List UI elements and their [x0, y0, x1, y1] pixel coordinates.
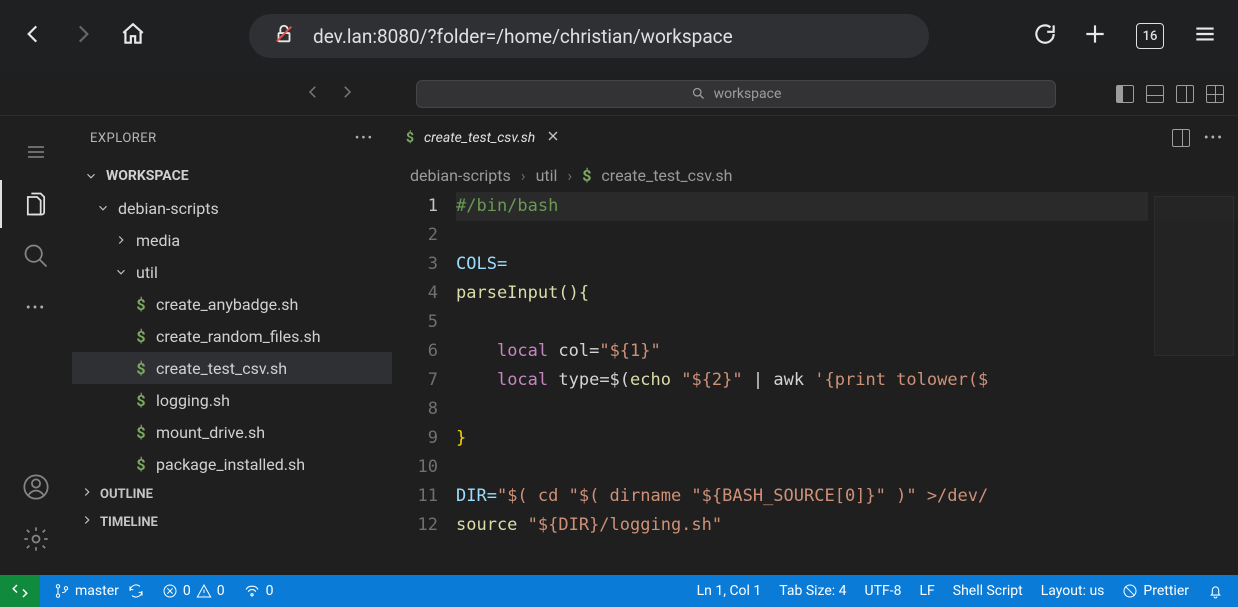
- status-bar: master 0 0 0 Ln 1, Col 1 Tab Size: 4 UTF…: [0, 575, 1238, 607]
- breadcrumb[interactable]: debian-scripts› util› $ create_test_csv.…: [392, 160, 1238, 190]
- file-create_random_files[interactable]: $create_random_files.sh: [72, 320, 392, 352]
- browser-menu-button[interactable]: [1192, 21, 1218, 51]
- language-status[interactable]: Shell Script: [953, 583, 1023, 599]
- editor-group: $ create_test_csv.sh ••• debian-scripts›…: [392, 116, 1238, 575]
- search-activity[interactable]: [12, 232, 60, 280]
- tab-create_test_csv[interactable]: $ create_test_csv.sh: [392, 116, 575, 160]
- browser-home-button[interactable]: [120, 21, 146, 51]
- explorer-sidebar: EXPLORER ••• WORKSPACE debian-scripts me…: [72, 116, 392, 575]
- timeline-section[interactable]: TIMELINE: [72, 508, 392, 536]
- command-center-text: workspace: [714, 86, 782, 102]
- minimap[interactable]: [1148, 190, 1238, 575]
- file-package_installed[interactable]: $package_installed.sh: [72, 448, 392, 480]
- remote-button[interactable]: [0, 575, 40, 607]
- eol-status[interactable]: LF: [919, 583, 934, 599]
- browser-back-button[interactable]: [20, 21, 46, 51]
- indentation-status[interactable]: Tab Size: 4: [779, 583, 846, 599]
- keyboard-layout-status[interactable]: Layout: us: [1041, 583, 1105, 599]
- browser-tab-count[interactable]: 16: [1136, 23, 1164, 49]
- file-create_anybadge[interactable]: $create_anybadge.sh: [72, 288, 392, 320]
- address-bar[interactable]: dev.lan:8080/?folder=/home/christian/wor…: [249, 14, 929, 58]
- tab-close-button[interactable]: [545, 128, 561, 148]
- url-text: dev.lan:8080/?folder=/home/christian/wor…: [313, 25, 733, 48]
- file-logging[interactable]: $logging.sh: [72, 384, 392, 416]
- sidebar-title: EXPLORER: [90, 131, 157, 146]
- toggle-sidebar-icon[interactable]: [1116, 85, 1134, 103]
- activity-bar: •••: [0, 116, 72, 575]
- outline-section[interactable]: OUTLINE: [72, 480, 392, 508]
- browser-toolbar: dev.lan:8080/?folder=/home/christian/wor…: [0, 0, 1238, 72]
- toggle-panel-icon[interactable]: [1146, 85, 1164, 103]
- folder-debian-scripts[interactable]: debian-scripts: [72, 192, 392, 224]
- file-create_test_csv[interactable]: $create_test_csv.sh: [72, 352, 392, 384]
- browser-forward-button[interactable]: [70, 21, 96, 51]
- nav-back-button[interactable]: [304, 83, 322, 105]
- ports-status[interactable]: 0: [243, 582, 274, 600]
- folder-media[interactable]: media: [72, 224, 392, 256]
- folder-util[interactable]: util: [72, 256, 392, 288]
- toggle-secondary-sidebar-icon[interactable]: [1176, 85, 1194, 103]
- explorer-activity[interactable]: [12, 180, 60, 228]
- line-gutter: 1 2 3 4 5 6 7 8 9 10 11 12: [392, 190, 456, 575]
- more-activity[interactable]: •••: [12, 284, 60, 332]
- tab-bar: $ create_test_csv.sh •••: [392, 116, 1238, 160]
- sidebar-more-button[interactable]: •••: [355, 131, 374, 146]
- code-content[interactable]: #/bin/bash COLS= parseInput(){ local col…: [456, 190, 1238, 575]
- workspace-header[interactable]: WORKSPACE: [72, 160, 392, 192]
- menu-toggle-button[interactable]: [12, 128, 60, 176]
- insecure-lock-icon: [273, 23, 295, 49]
- account-activity[interactable]: [12, 463, 60, 511]
- encoding-status[interactable]: UTF-8: [865, 583, 902, 599]
- prettier-status[interactable]: Prettier: [1122, 583, 1189, 599]
- split-editor-button[interactable]: [1172, 129, 1190, 147]
- notifications-button[interactable]: [1207, 583, 1224, 600]
- file-mount_drive[interactable]: $mount_drive.sh: [72, 416, 392, 448]
- shell-file-icon: $: [582, 166, 591, 185]
- nav-forward-button[interactable]: [338, 83, 356, 105]
- problems-status[interactable]: 0 0: [162, 583, 225, 599]
- settings-activity[interactable]: [12, 515, 60, 563]
- shell-file-icon: $: [406, 130, 414, 146]
- browser-new-tab-button[interactable]: [1082, 21, 1108, 51]
- code-editor[interactable]: 1 2 3 4 5 6 7 8 9 10 11 12 #/bin/bash CO…: [392, 190, 1238, 575]
- customize-layout-icon[interactable]: [1206, 85, 1224, 103]
- git-branch-status[interactable]: master: [54, 583, 144, 599]
- cursor-position-status[interactable]: Ln 1, Col 1: [697, 583, 762, 599]
- editor-more-button[interactable]: •••: [1204, 130, 1224, 146]
- command-center-bar: workspace: [0, 72, 1238, 116]
- browser-reload-button[interactable]: [1032, 21, 1058, 51]
- command-center-search[interactable]: workspace: [416, 80, 1056, 108]
